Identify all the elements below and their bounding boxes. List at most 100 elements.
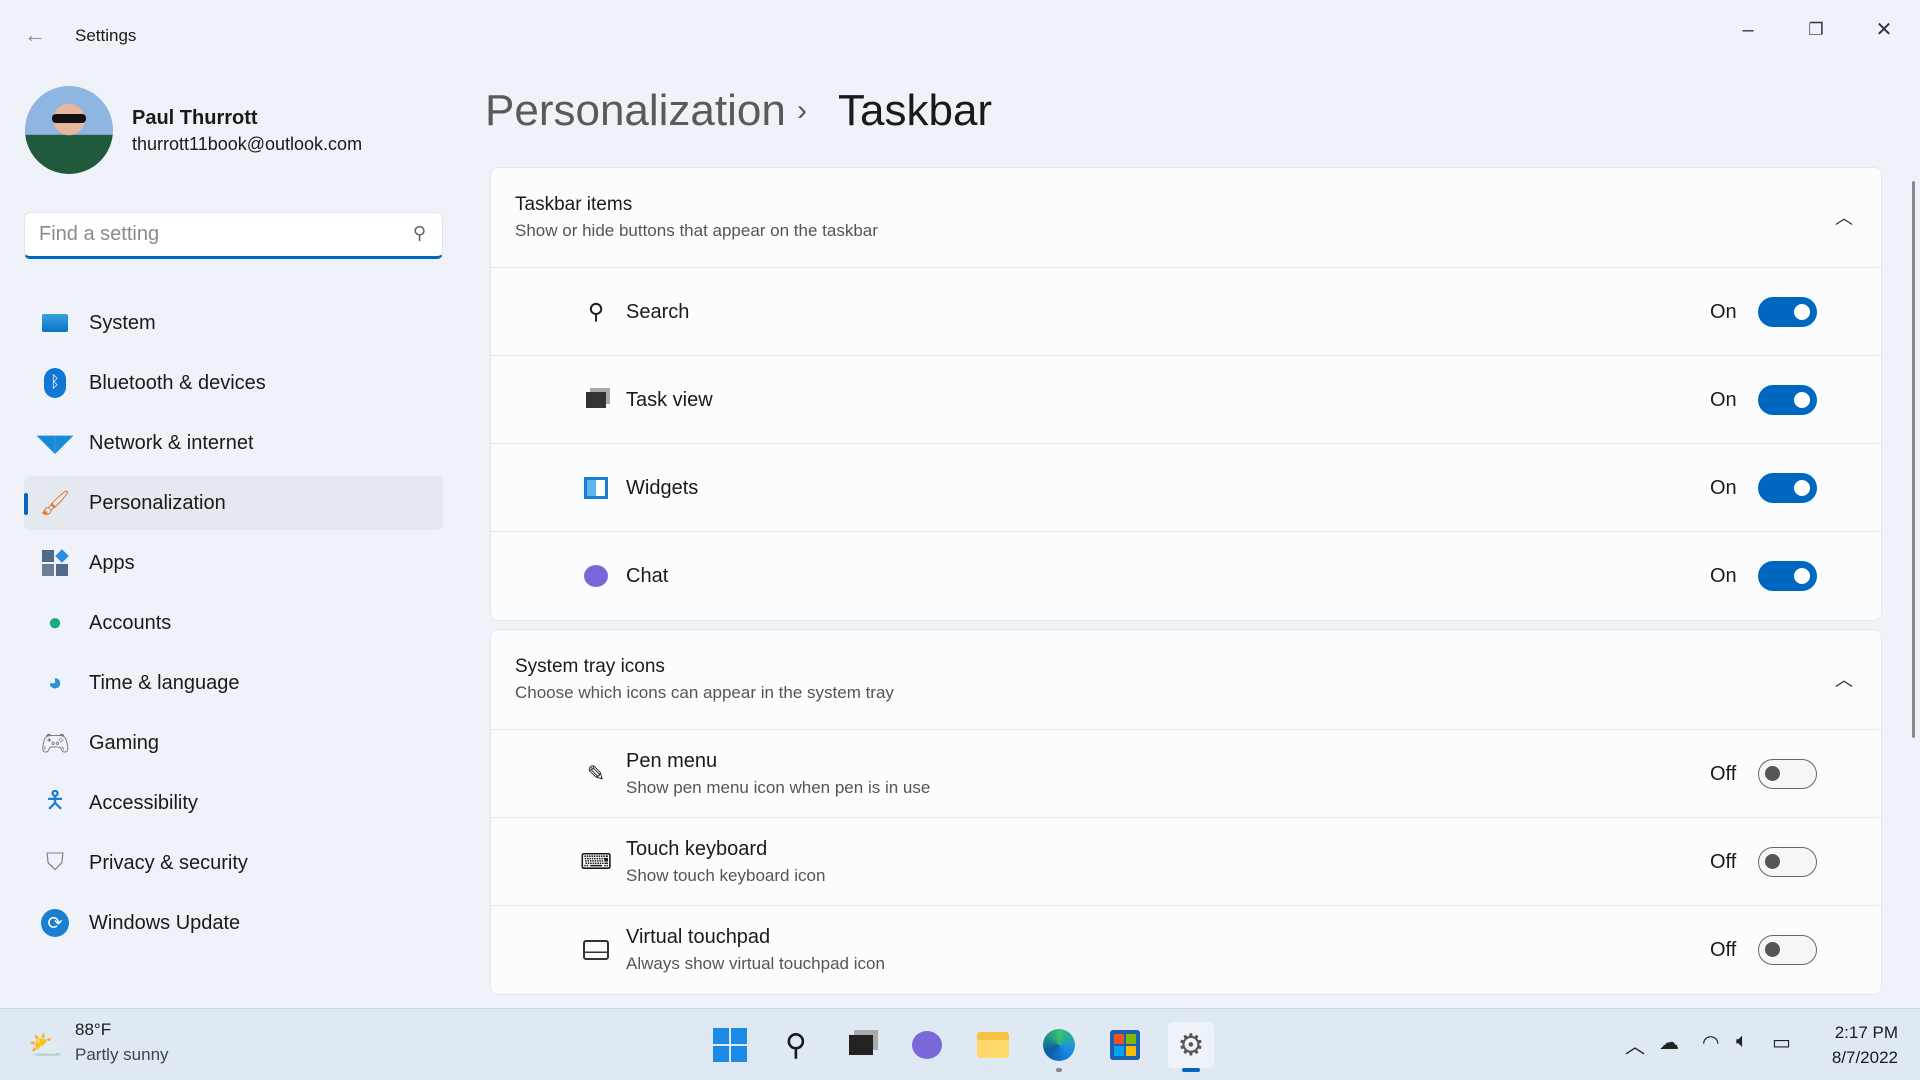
widgets-toggle[interactable] [1758,473,1817,503]
chevron-up-icon[interactable]: ︿ [1835,666,1853,692]
virtual-touchpad-toggle[interactable] [1758,935,1817,965]
search-toggle[interactable] [1758,297,1817,327]
setting-row-task-view: Task view On [491,356,1881,444]
minimize-button[interactable]: – [1728,12,1768,48]
taskbar-search-icon[interactable]: ⚲ [773,1022,819,1068]
sidebar-item-gaming[interactable]: 🎮︎ Gaming [24,716,443,770]
search-input[interactable] [39,213,399,255]
section-header[interactable]: System tray icons Choose which icons can… [491,630,1881,730]
section-header[interactable]: Taskbar items Show or hide buttons that … [491,168,1881,268]
show-hidden-icons-chevron-icon[interactable]: ︿ [1625,1030,1645,1059]
chevron-up-icon[interactable]: ︿ [1835,204,1853,230]
row-description: Show touch keyboard icon [626,866,826,885]
search-icon: ⚲ [587,299,605,324]
weather-condition[interactable]: Partly sunny [75,1045,169,1065]
section-subtitle: Show or hide buttons that appear on the … [515,221,878,240]
restore-button[interactable]: ❐ [1796,12,1836,48]
close-button[interactable]: ✕ [1864,12,1904,48]
weather-temp[interactable]: 88°F [75,1020,111,1040]
store-icon[interactable] [1102,1022,1148,1068]
sidebar-item-label: System [89,311,156,334]
clock[interactable]: 2:17 PM 8/7/2022 [1832,1020,1898,1070]
sidebar-item-apps[interactable]: Apps [24,536,443,590]
toggle-state: On [1710,389,1737,411]
row-label: Pen menu [626,750,718,772]
touch-keyboard-toggle[interactable] [1758,847,1817,877]
avatar[interactable] [25,86,113,174]
sidebar-item-time-language[interactable]: ◕ Time & language [24,656,443,710]
sidebar-item-privacy[interactable]: ⛉ Privacy & security [24,836,443,890]
row-label: Widgets [626,477,699,499]
settings-gear-icon[interactable]: ⚙ [1168,1022,1214,1072]
toggle-state: Off [1710,939,1737,961]
brush-icon: 🖌 [39,489,71,517]
sidebar-item-label: Apps [89,551,135,574]
wifi-icon[interactable]: ◠ [1702,1030,1719,1055]
edge-icon[interactable] [1036,1022,1082,1072]
taskbar-task-view-icon[interactable] [838,1022,884,1068]
sidebar-item-personalization[interactable]: 🖌 Personalization [24,476,443,530]
system-tray-icons-section: System tray icons Choose which icons can… [490,629,1882,995]
shield-icon: ⛉ [46,849,64,876]
apps-icon [40,548,70,578]
pen-icon: ✎ [586,761,606,786]
task-view-icon [581,385,611,415]
sidebar-item-label: Bluetooth & devices [89,371,266,394]
window-title: Settings [75,26,137,45]
toggle-state: On [1710,477,1737,499]
sidebar-item-label: Accounts [89,611,172,634]
widgets-icon [581,473,611,503]
back-button[interactable]: ← [24,22,46,48]
task-view-toggle[interactable] [1758,385,1817,415]
pen-menu-toggle[interactable] [1758,759,1817,789]
clock-time: 2:17 PM [1834,1023,1898,1042]
row-label: Search [626,301,690,323]
setting-row-touch-keyboard: ⌨ Touch keyboard Show touch keyboard ico… [491,818,1881,906]
sidebar-item-label: Privacy & security [89,851,248,874]
toggle-state: Off [1710,763,1737,785]
setting-row-virtual-touchpad: Virtual touchpad Always show virtual tou… [491,906,1881,994]
sidebar-item-bluetooth[interactable]: ᛒ Bluetooth & devices [24,356,443,410]
chat-toggle[interactable] [1758,561,1817,591]
keyboard-icon: ⌨ [580,849,612,874]
taskbar-chat-icon[interactable] [904,1022,950,1068]
sidebar-item-accessibility[interactable]: 🯅 Accessibility [24,776,443,830]
page-title: Taskbar [838,86,993,135]
file-explorer-icon[interactable] [970,1022,1016,1068]
clock-date: 8/7/2022 [1831,1048,1898,1067]
setting-row-pen-menu: ✎ Pen menu Show pen menu icon when pen i… [491,730,1881,818]
sidebar-item-system[interactable]: System [24,296,443,350]
setting-row-search: ⚲ Search On [491,268,1881,356]
start-button[interactable] [707,1022,753,1068]
onedrive-cloud-icon[interactable]: ☁ [1659,1030,1679,1055]
sidebar-item-label: Windows Update [89,911,241,934]
globe-clock-icon: ◕ [47,669,63,696]
row-label: Chat [626,565,669,587]
search-box[interactable]: ⚲ [24,212,443,259]
setting-row-widgets: Widgets On [491,444,1881,532]
row-label: Touch keyboard [626,838,768,860]
sidebar-item-accounts[interactable]: ● Accounts [24,596,443,650]
monitor-icon [40,308,70,338]
search-icon: ⚲ [412,223,426,243]
sidebar-item-label: Network & internet [89,431,254,454]
section-title: System tray icons [515,656,665,677]
sidebar-item-label: Accessibility [89,791,198,814]
battery-charging-icon[interactable]: ▭ [1772,1030,1791,1055]
toggle-state: On [1710,565,1737,587]
update-icon: ⟳ [40,908,70,938]
section-title: Taskbar items [515,194,633,215]
sidebar-item-label: Gaming [89,731,160,754]
sidebar-item-label: Time & language [89,671,240,694]
scrollbar[interactable] [1912,181,1915,738]
touchpad-icon [581,935,611,965]
sidebar-item-network[interactable]: ◥◤ Network & internet [24,416,443,470]
breadcrumb-parent[interactable]: Personalization [485,86,786,136]
gamepad-icon: 🎮︎ [39,729,71,757]
wifi-icon: ◥◤ [36,429,74,457]
accessibility-icon: 🯅 [44,786,66,814]
sidebar-item-windows-update[interactable]: ⟳ Windows Update [24,896,443,950]
setting-row-chat: Chat On [491,532,1881,620]
volume-icon[interactable]: 🔈︎ [1736,1030,1748,1053]
weather-icon[interactable]: ⛅ [28,1029,63,1062]
